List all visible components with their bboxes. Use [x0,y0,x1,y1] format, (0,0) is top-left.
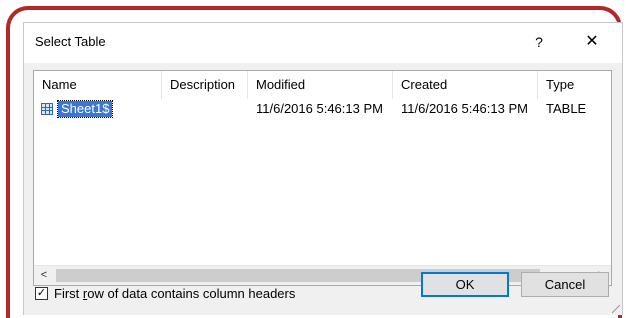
cell-modified: 11/6/2016 5:46:13 PM [256,101,383,116]
resize-grip-icon[interactable] [612,305,620,313]
scroll-left-arrow[interactable]: < [34,266,54,285]
column-header-name[interactable]: Name [34,71,162,99]
cell-type: TABLE [546,101,587,116]
column-header-created[interactable]: Created [393,71,538,99]
cell-name[interactable]: Sheet1$ [34,99,162,119]
table-list[interactable]: Name Description Modified Created Type S… [33,70,612,286]
cell-created: 11/6/2016 5:46:13 PM [401,101,528,116]
checkbox-box[interactable]: ✓ [35,286,48,300]
ok-button[interactable]: OK [421,272,509,297]
cancel-button[interactable]: Cancel [521,272,609,297]
first-row-headers-checkbox[interactable]: ✓ First row of data contains column head… [35,285,295,301]
cell-description [162,99,248,119]
table-row[interactable]: Sheet1$ 11/6/2016 5:46:13 PM 11/6/2016 5… [34,99,611,119]
column-header-type[interactable]: Type [538,71,613,99]
column-header-description[interactable]: Description [162,71,248,99]
table-icon [41,103,53,115]
column-header-modified[interactable]: Modified [248,71,393,99]
help-button[interactable]: ? [527,30,551,54]
checkbox-label: First row of data contains column header… [54,285,296,301]
selected-table-name[interactable]: Sheet1$ [56,100,114,118]
dialog-title: Select Table [35,34,106,49]
title-bar: Select Table ? ✕ [24,23,622,63]
select-table-dialog: Select Table ? ✕ Name Description Modifi… [23,22,623,315]
close-button[interactable]: ✕ [577,30,607,54]
